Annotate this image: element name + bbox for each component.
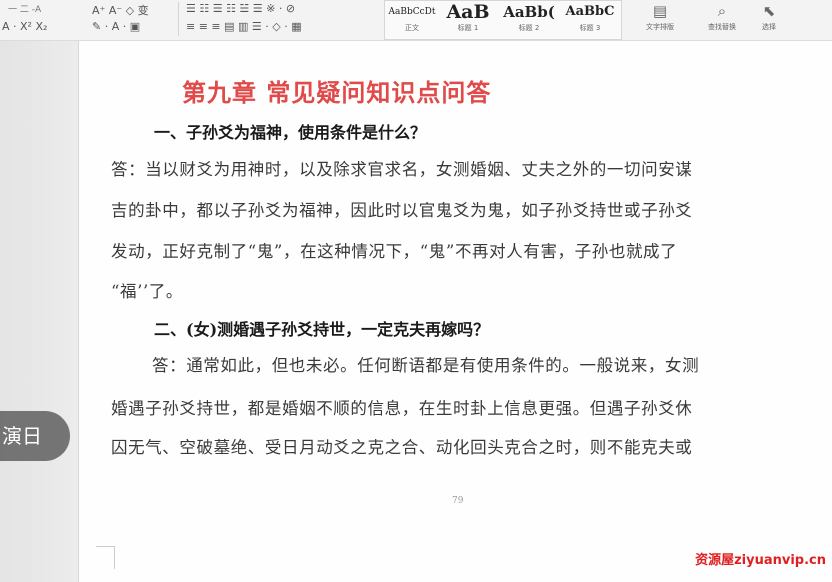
list-indent-controls[interactable]: ☰ ☷ ☰ ☷ ☱ ☰ ※ · ⊘	[186, 2, 295, 15]
style-normal[interactable]: AaBbCcDt 正文	[387, 1, 437, 39]
question-1: 一、子孙爻为福神，使用条件是什么？	[154, 123, 427, 142]
answer-2-line: 婚遇子孙爻持世，都是婚姻不顺的信息，在生时卦上信息更强。但遇子孙爻休	[111, 399, 693, 418]
answer-2-line: 答：通常如此，但也未必。任何断语都是有使用条件的。一般说来，女测	[152, 356, 700, 375]
answer-2-line: 囚无气、空破墓绝、受日月动爻之克之合、动化回头克合之时，则不能克夫或	[111, 438, 693, 457]
style-gallery: AaBbCcDt 正文 AaB 标题 1 AaBb( 标题 2 AaBbC 标题…	[384, 0, 622, 40]
text-layout-button[interactable]: ▤ 文字排版	[640, 0, 680, 32]
question-2: 二、(女)测婚遇子孙爻持世，一定克夫再嫁吗？	[154, 320, 490, 339]
page-corner-mark	[96, 546, 115, 569]
cursor-icon: ⬉	[762, 2, 776, 20]
ribbon-toolbar: 一 二 -A A · X² X₂ A⁺ A⁻ ◇ 变 ✎ · A · ▣ ☰ ☷…	[0, 0, 832, 41]
answer-1-line: 发动，正好克制了“鬼”，在这种情况下，“鬼”不再对人有害，子孙也就成了	[111, 242, 678, 261]
style-heading-2[interactable]: AaBb( 标题 2	[499, 1, 559, 39]
paragraph-align-controls[interactable]: ≡ ≡ ≡ ▤ ▥ ☰ · ◇ · ▦	[186, 20, 302, 33]
page-number: 79	[452, 496, 464, 506]
font-effects-controls[interactable]: A · X² X₂	[2, 20, 47, 33]
search-icon: ⌕	[717, 2, 727, 20]
document-margin-area	[0, 41, 78, 582]
style-heading-3[interactable]: AaBbC 标题 3	[561, 1, 619, 39]
answer-1-line: 吉的卦中，都以子孙爻为福神，因此时以官鬼爻为鬼，如子孙爻持世或子孙爻	[111, 201, 693, 220]
font-format-controls[interactable]: A⁺ A⁻ ◇ 变	[92, 2, 149, 18]
style-heading-1[interactable]: AaB 标题 1	[439, 1, 497, 39]
chapter-title: 第九章 常见疑问知识点问答	[182, 78, 492, 107]
highlight-color-controls[interactable]: ✎ · A · ▣	[92, 20, 140, 33]
answer-1-line: 答：当以财爻为用神时，以及除求官求名，女测婚姻、丈夫之外的一切问安谋	[111, 160, 693, 179]
text-layout-icon: ▤	[652, 2, 668, 20]
floating-label-bubble[interactable]: 演日	[0, 411, 70, 461]
find-replace-button[interactable]: ⌕ 查找替换	[700, 0, 744, 32]
answer-1-line: “福’’了。	[111, 282, 184, 301]
ribbon-divider	[178, 2, 179, 36]
select-button[interactable]: ⬉ 选择	[752, 0, 786, 32]
font-size-controls[interactable]: 一 二 -A	[8, 2, 41, 15]
watermark-text: 资源屋ziyuanvip.cn	[695, 553, 826, 568]
